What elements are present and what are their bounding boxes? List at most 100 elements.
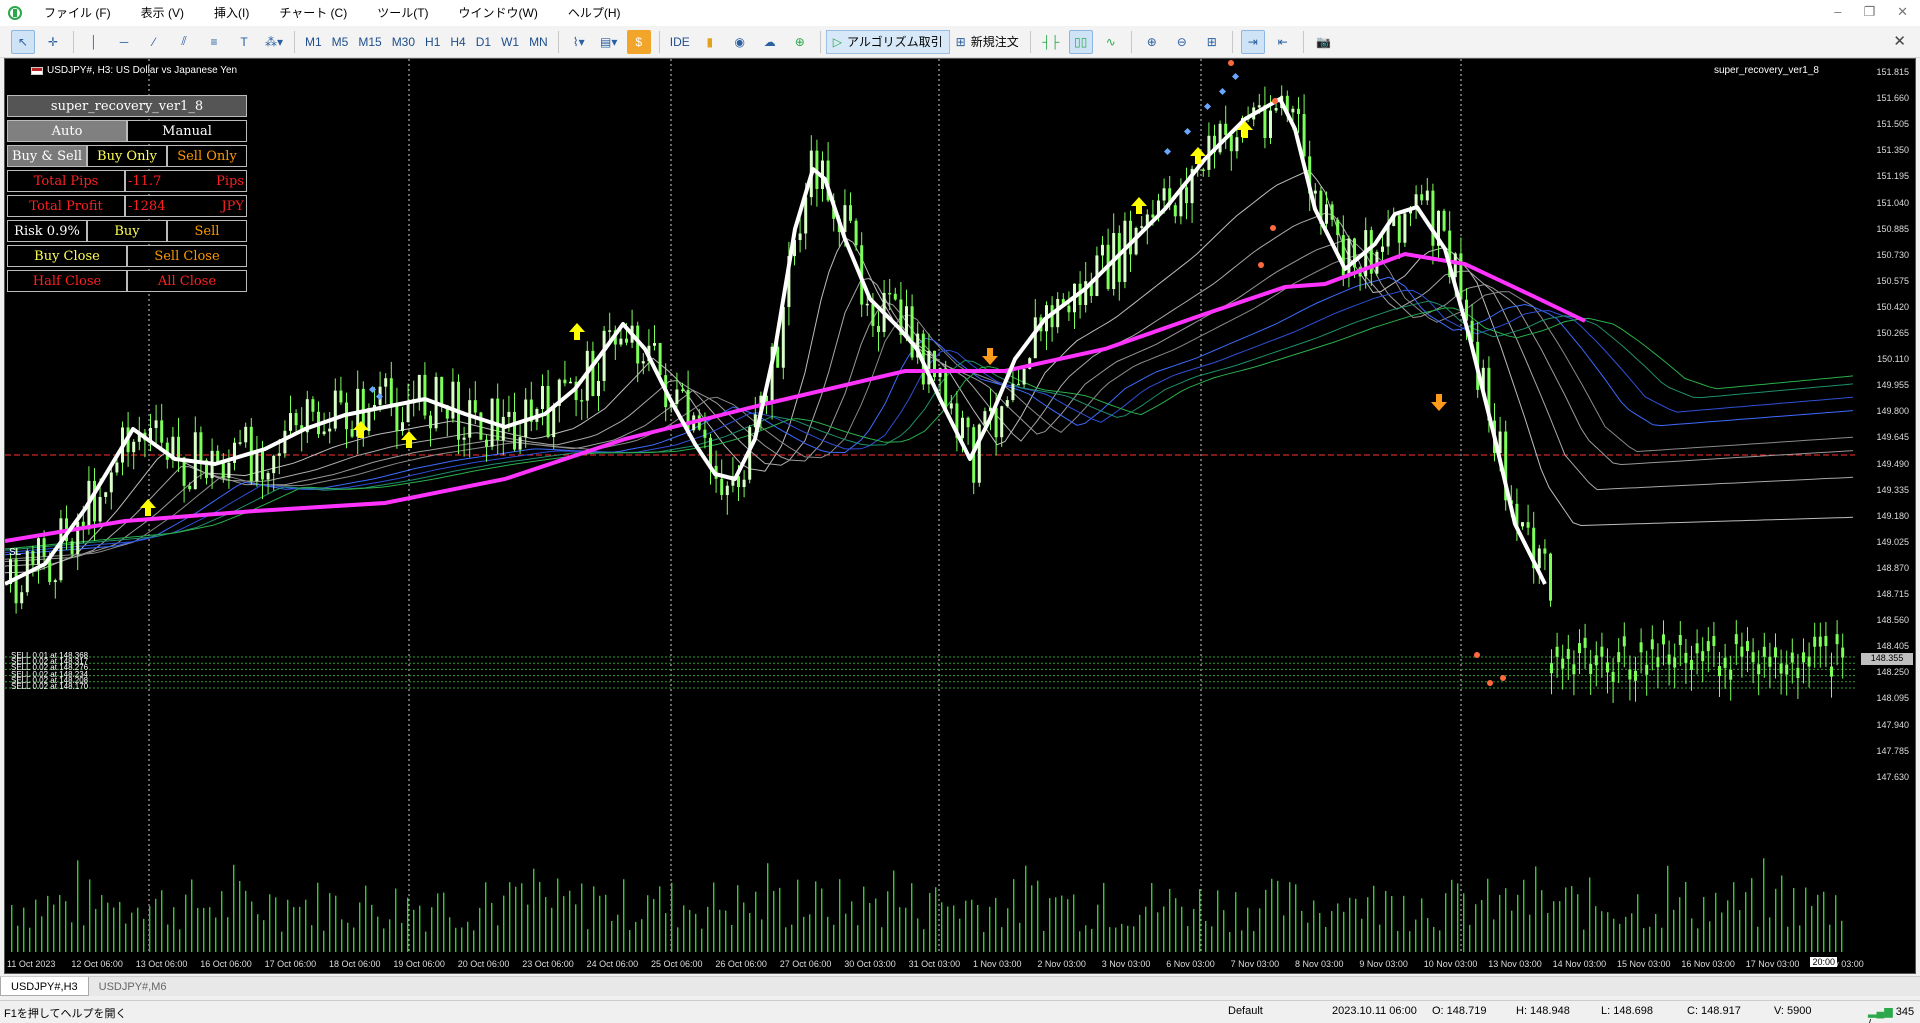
grid-icon[interactable]: ⊞: [1200, 30, 1224, 54]
buy-only-button[interactable]: Buy Only: [87, 145, 167, 167]
status-profile: Default: [1228, 1005, 1263, 1017]
screenshot-icon[interactable]: 📷: [1312, 30, 1336, 54]
templates-icon[interactable]: ▤▾: [597, 30, 621, 54]
candle-body: [1151, 214, 1155, 218]
candle-body: [933, 350, 936, 378]
candle-body: [1622, 636, 1626, 647]
chart-tabs: USDJPY#,H3 USDJPY#,M6: [0, 976, 1920, 996]
menu-window[interactable]: ウインドウ(W): [445, 0, 554, 26]
volume-bar: [983, 931, 985, 952]
sell-only-button[interactable]: Sell Only: [167, 145, 247, 167]
candle-body: [1723, 657, 1727, 668]
buy-button[interactable]: Buy: [87, 220, 167, 242]
candle-body: [1634, 670, 1637, 681]
volume-bar: [47, 895, 49, 952]
sell-button[interactable]: Sell: [167, 220, 247, 242]
line-chart-icon[interactable]: ∿: [1099, 30, 1123, 54]
timeframe-w1[interactable]: W1: [496, 35, 524, 49]
status-help: F1を押してヘルプを開く: [4, 1008, 127, 1020]
crosshair-icon[interactable]: ✛: [41, 30, 65, 54]
candle-body: [1549, 553, 1552, 601]
time-tick-label: 16 Nov 03:00: [1681, 959, 1735, 969]
volume-bar: [1835, 895, 1837, 952]
volume-bar: [1361, 918, 1363, 952]
market-icon[interactable]: $: [626, 29, 651, 54]
menu-insert[interactable]: 挿入(I): [200, 0, 265, 26]
menu-chart[interactable]: チャート (C): [265, 0, 363, 26]
algo-trading-button[interactable]: ▷ アルゴリズム取引: [825, 29, 950, 54]
vps-icon[interactable]: ⊕: [788, 30, 812, 54]
chart-area[interactable]: USDJPY#, H3: US Dollar vs Japanese Yen s…: [4, 58, 1916, 974]
candle-body: [983, 411, 987, 425]
channel-icon[interactable]: ⫽: [172, 30, 196, 54]
sell-close-button[interactable]: Sell Close: [127, 245, 247, 267]
connection-status: ▂▄▆ 345 /: [1868, 1005, 1920, 1023]
shop-bag-icon[interactable]: ▮: [698, 30, 722, 54]
volume-bar: [563, 896, 565, 952]
manual-button[interactable]: Manual: [127, 120, 247, 142]
candle-body: [277, 453, 281, 456]
timeframe-m5[interactable]: M5: [327, 35, 354, 49]
new-order-button[interactable]: ⊞ 新規注文: [950, 30, 1025, 54]
timeframe-h1[interactable]: H1: [420, 35, 445, 49]
menu-view[interactable]: 表示 (V): [127, 0, 200, 26]
close-icon[interactable]: ✕: [1897, 4, 1908, 20]
timeframe-h4[interactable]: H4: [445, 35, 470, 49]
price-tick-label: 150.110: [1877, 354, 1909, 365]
vertical-line-icon[interactable]: │: [82, 30, 106, 54]
timeframe-m1[interactable]: M1: [300, 35, 327, 49]
current-price-marker: 148.355: [1861, 653, 1913, 665]
timeframe-m15[interactable]: M15: [353, 35, 386, 49]
tab-usdjpy-h3[interactable]: USDJPY#,H3: [0, 977, 89, 996]
buy-and-sell-button[interactable]: Buy & Sell: [7, 145, 87, 167]
close-chart-icon[interactable]: ✕: [1893, 32, 1906, 50]
bar-chart-icon[interactable]: ┤├: [1039, 30, 1063, 54]
cloud-icon[interactable]: ☁: [758, 30, 782, 54]
cursor-icon[interactable]: ↖: [11, 29, 35, 54]
timeframe-m30[interactable]: M30: [387, 35, 420, 49]
buy-close-button[interactable]: Buy Close: [7, 245, 127, 267]
timeframe-mn[interactable]: MN: [524, 35, 553, 49]
risk-field[interactable]: Risk 0.9%: [7, 220, 87, 242]
candle-body: [1140, 226, 1144, 228]
menu-help[interactable]: ヘルプ(H): [554, 0, 637, 26]
text-icon[interactable]: T: [232, 30, 256, 54]
zoom-out-icon[interactable]: ⊖: [1170, 30, 1194, 54]
trendline-icon[interactable]: ⁄: [142, 30, 166, 54]
candle-body: [1818, 636, 1822, 647]
ide-button[interactable]: IDE: [665, 35, 695, 49]
candle-body: [1201, 169, 1205, 171]
time-tick-label: 13 Oct 06:00: [135, 959, 188, 969]
signals-icon[interactable]: ◉: [728, 30, 752, 54]
indicators-icon[interactable]: ⌇▾: [567, 30, 591, 54]
shapes-icon[interactable]: ⁂▾: [262, 30, 286, 54]
autoscroll-icon[interactable]: ⇥: [1240, 29, 1265, 54]
candle-body: [14, 559, 18, 604]
play-icon: ▷: [832, 34, 842, 49]
total-pips-row: Total Pips -11.7 Pips: [7, 170, 247, 192]
time-tick-label: 23 Oct 06:00: [522, 959, 574, 969]
zoom-in-icon[interactable]: ⊕: [1140, 30, 1164, 54]
timeframe-d1[interactable]: D1: [471, 35, 496, 49]
horizontal-line-icon[interactable]: ─: [112, 30, 136, 54]
volume-bar: [1109, 927, 1111, 952]
volume-bar: [1691, 918, 1693, 952]
half-close-button[interactable]: Half Close: [7, 270, 127, 292]
candle-body: [1297, 108, 1300, 115]
menu-file[interactable]: ファイル (F): [30, 0, 127, 26]
new-order-label: 新規注文: [970, 35, 1019, 49]
restore-icon[interactable]: ❐: [1863, 4, 1875, 20]
fibonacci-icon[interactable]: ≡: [202, 30, 226, 54]
volume-bar: [1733, 882, 1735, 952]
chart-shift-icon[interactable]: ⇤: [1271, 30, 1295, 54]
menu-tools[interactable]: ツール(T): [363, 0, 444, 26]
all-close-button[interactable]: All Close: [127, 270, 247, 292]
minimize-icon[interactable]: –: [1834, 4, 1841, 20]
candle-body: [720, 478, 724, 496]
volume-bar: [383, 928, 385, 952]
volume-bar: [419, 905, 421, 952]
volume-bar: [371, 904, 373, 952]
auto-button[interactable]: Auto: [7, 120, 127, 142]
candlestick-icon[interactable]: ▯▯: [1068, 29, 1093, 54]
tab-usdjpy-m6[interactable]: USDJPY#,M6: [89, 977, 177, 996]
